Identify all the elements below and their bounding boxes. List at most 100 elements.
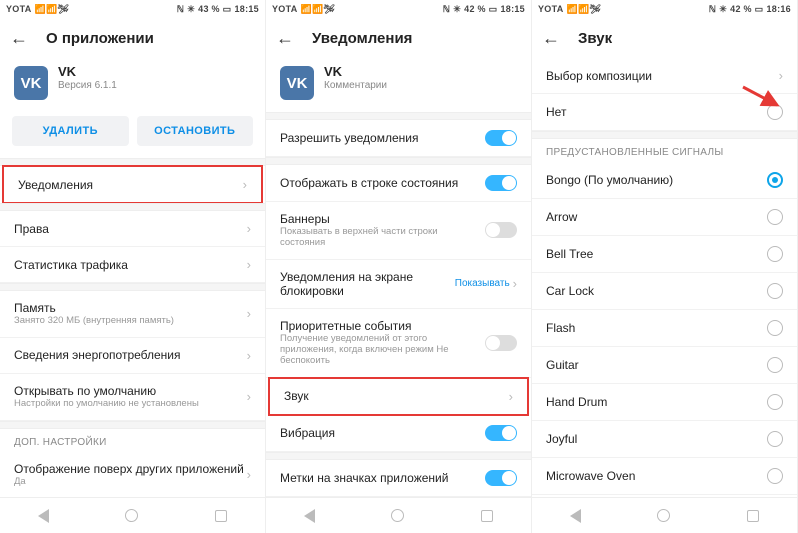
toggle-allow[interactable] <box>485 130 517 146</box>
carrier: YOTA <box>272 4 298 14</box>
row-sound-option[interactable]: Arrow <box>532 199 797 236</box>
row-sublabel: Да <box>14 477 244 488</box>
nav-recent-icon[interactable] <box>215 510 227 522</box>
carrier: YOTA <box>6 4 32 14</box>
row-label: Уведомления на экране блокировки <box>280 270 430 298</box>
radio-sound[interactable] <box>767 172 783 188</box>
radio-sound[interactable] <box>767 357 783 373</box>
bt-icon: ✳ <box>719 4 727 15</box>
force-stop-button[interactable]: ОСТАНОВИТЬ <box>137 116 254 146</box>
row-label: Права <box>14 222 49 236</box>
sound-label: Car Lock <box>546 284 594 298</box>
nav-back-icon[interactable] <box>38 509 49 523</box>
radio-sound[interactable] <box>767 394 783 410</box>
app-info: VK VK Комментарии <box>266 58 531 112</box>
toggle-banners[interactable] <box>485 222 517 238</box>
row-label: Сведения энергопотребления <box>14 348 181 362</box>
row-sound-option[interactable]: Joyful <box>532 421 797 458</box>
page-title: Звук <box>578 30 612 47</box>
radio-sound[interactable] <box>767 209 783 225</box>
nav-recent-icon[interactable] <box>747 510 759 522</box>
nav-home-icon[interactable] <box>125 509 138 522</box>
row-allow-notif[interactable]: Разрешить уведомления <box>266 120 531 157</box>
radio-sound[interactable] <box>767 246 783 262</box>
row-label: Приоритетные события <box>280 319 470 333</box>
row-sound-option[interactable]: Guitar <box>532 347 797 384</box>
nav-recent-icon[interactable] <box>481 510 493 522</box>
sound-label: Flash <box>546 321 575 335</box>
radio-sound[interactable] <box>767 468 783 484</box>
row-traffic[interactable]: Статистика трафика › <box>0 247 265 283</box>
row-label: Разрешить уведомления <box>280 131 419 145</box>
row-sound-option[interactable]: Flash <box>532 310 797 347</box>
row-label: Отображать в строке состояния <box>280 176 458 190</box>
row-label: Метки на значках приложений <box>280 471 448 485</box>
chevron-right-icon: › <box>247 257 251 272</box>
nfc-icon: ℕ <box>177 4 185 15</box>
row-label: Баннеры <box>280 212 460 226</box>
sound-label: Microwave Oven <box>546 469 635 483</box>
toggle-priority[interactable] <box>485 335 517 351</box>
app-icon: VK <box>14 66 48 100</box>
row-sound-option[interactable]: Bongo (По умолчанию) <box>532 162 797 199</box>
chevron-right-icon: › <box>243 177 247 192</box>
screen-notifications: YOTA📶📶🛩 ℕ✳42 % ▭18:15 ← Уведомления VK V… <box>266 0 532 533</box>
radio-sound[interactable] <box>767 320 783 336</box>
row-banners[interactable]: Баннеры Показывать в верхней части строк… <box>266 202 531 260</box>
row-sound-option[interactable]: Hand Drum <box>532 384 797 421</box>
radio-sound[interactable] <box>767 283 783 299</box>
chevron-right-icon: › <box>247 467 251 482</box>
row-sublabel: Настройки по умолчанию не установлены <box>14 399 199 410</box>
row-sublabel: Занято 320 МБ (внутренняя память) <box>14 316 174 327</box>
nav-back-icon[interactable] <box>570 509 581 523</box>
statusbar: YOTA📶📶🛩 ℕ✳42 % ▭18:15 <box>266 0 531 18</box>
nav-home-icon[interactable] <box>657 509 670 522</box>
radio-sound[interactable] <box>767 431 783 447</box>
row-badges[interactable]: Метки на значках приложений <box>266 460 531 497</box>
sound-label: Guitar <box>546 358 579 372</box>
row-lockscreen[interactable]: Уведомления на экране блокировки Показыв… <box>266 260 531 309</box>
toggle-badges[interactable] <box>485 470 517 486</box>
row-permissions[interactable]: Права › <box>0 211 265 247</box>
nfc-icon: ℕ <box>709 4 717 15</box>
chevron-right-icon: › <box>513 276 517 291</box>
row-memory[interactable]: Память Занято 320 МБ (внутренняя память)… <box>0 291 265 338</box>
back-icon[interactable]: ← <box>10 28 28 49</box>
navbar <box>532 497 797 533</box>
row-status-bar[interactable]: Отображать в строке состояния <box>266 165 531 202</box>
row-sound-option[interactable]: Microwave Oven <box>532 458 797 495</box>
nav-back-icon[interactable] <box>304 509 315 523</box>
statusbar: YOTA📶📶🛩 ℕ✳42 % ▭18:16 <box>532 0 797 18</box>
back-icon[interactable]: ← <box>542 28 560 49</box>
row-priority[interactable]: Приоритетные события Получение уведомлен… <box>266 309 531 378</box>
row-sound-option[interactable]: Bell Tree <box>532 236 797 273</box>
row-default-open[interactable]: Открывать по умолчанию Настройки по умол… <box>0 374 265 421</box>
app-version: Версия 6.1.1 <box>58 80 117 91</box>
row-label: Уведомления <box>18 178 93 192</box>
app-name: VK <box>58 64 117 79</box>
toggle-vibra[interactable] <box>485 425 517 441</box>
sound-label: Bell Tree <box>546 247 593 261</box>
toggle-status[interactable] <box>485 175 517 191</box>
back-icon[interactable]: ← <box>276 28 294 49</box>
bt-icon: ✳ <box>187 4 195 15</box>
battery: 42 % ▭ <box>730 4 763 15</box>
time: 18:15 <box>500 4 525 14</box>
nav-home-icon[interactable] <box>391 509 404 522</box>
row-power[interactable]: Сведения энергопотребления › <box>0 338 265 374</box>
navbar <box>266 497 531 533</box>
row-overlay[interactable]: Отображение поверх других приложений Да … <box>0 452 265 497</box>
uninstall-button[interactable]: УДАЛИТЬ <box>12 116 129 146</box>
app-info: VK VK Версия 6.1.1 <box>0 58 265 112</box>
page-title: О приложении <box>46 30 154 47</box>
app-icon: VK <box>280 66 314 100</box>
chevron-right-icon: › <box>247 221 251 236</box>
row-notifications[interactable]: Уведомления › <box>2 165 263 204</box>
row-sound-option[interactable]: Car Lock <box>532 273 797 310</box>
header: ← Звук <box>532 18 797 58</box>
sound-label: Bongo (По умолчанию) <box>546 173 673 187</box>
row-sublabel: Показывать в верхней части строки состоя… <box>280 227 460 249</box>
row-sound[interactable]: Звук › <box>268 377 529 416</box>
row-vibration[interactable]: Вибрация <box>266 415 531 452</box>
signal-icons: 📶📶🛩 <box>567 4 602 15</box>
